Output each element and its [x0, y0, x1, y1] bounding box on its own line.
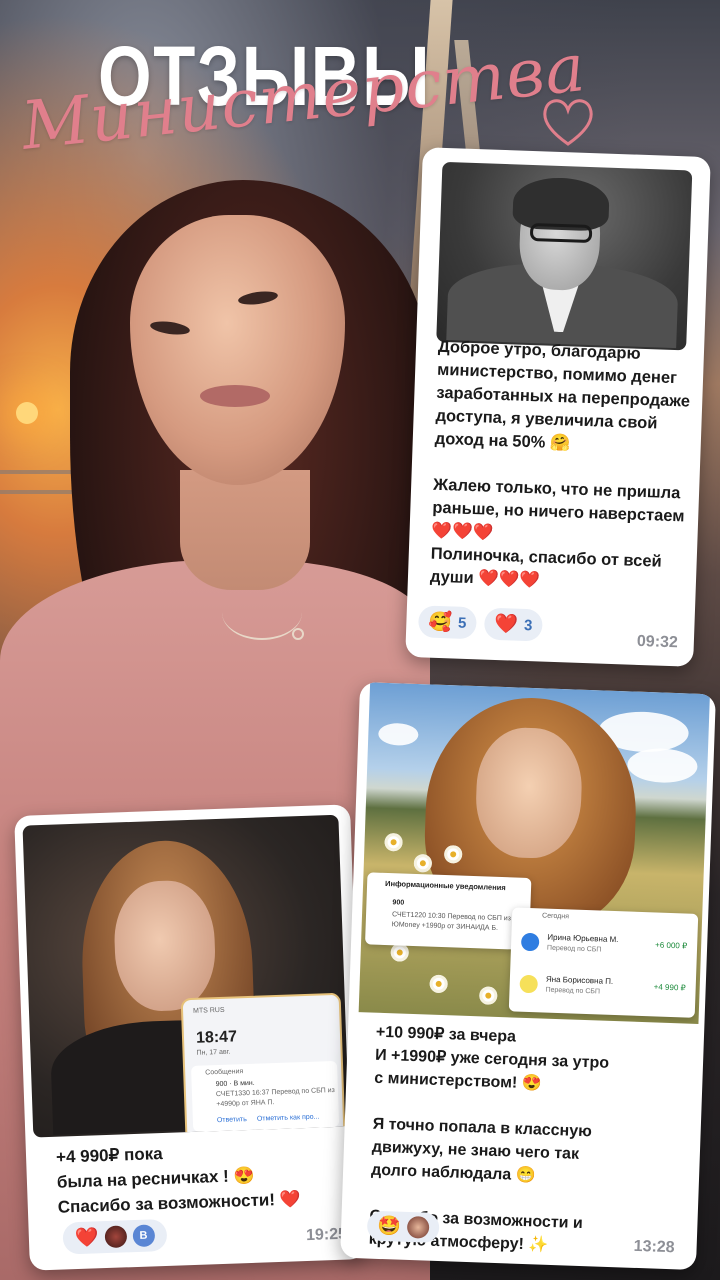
cloud — [377, 722, 419, 747]
bank-icon — [520, 932, 540, 952]
review-card-1: Доброе утро, благодарю министерство, пом… — [405, 147, 711, 667]
notification-line: ЮMoney +1990р от ЗИНАИДА Б. — [391, 921, 499, 932]
transfer-list: Сегодня Ирина Юрьевна М. Перевод по СБП … — [508, 907, 699, 1018]
heart-emoji: ❤️ — [494, 613, 519, 636]
reaction-chip[interactable]: ❤️ В — [62, 1218, 168, 1255]
sms-notification[interactable]: Сообщения 900 · В мин. СЧЕТ1330 16:37 Пе… — [190, 1060, 340, 1132]
carrier-label: MTS RUS — [192, 1006, 225, 1015]
reaction-chip[interactable]: 🤩 — [366, 1210, 440, 1244]
review-photo: Информационные уведомления 900 СЧЕТ1220 … — [358, 682, 710, 1024]
daisy — [478, 986, 498, 1005]
transfer-desc: Перевод по СБП — [546, 944, 602, 954]
reaction-chip[interactable]: ❤️ 3 — [483, 607, 543, 642]
daisy — [384, 832, 403, 852]
notification-line: СЧЕТ1220 10:30 Перевод по СБП из — [391, 911, 512, 923]
heart-outline-icon — [543, 99, 593, 146]
reply-button[interactable]: Ответить — [217, 1116, 247, 1124]
user-avatar — [406, 1215, 430, 1239]
bank-icon — [519, 974, 539, 994]
transfer-name: Яна Борисовна П. — [545, 974, 614, 986]
necklace — [222, 585, 302, 640]
cloud — [626, 747, 698, 784]
phone-screenshot: MTS RUS 18:47 Пн, 17 авг. Сообщения 900 … — [180, 992, 346, 1138]
notification-title: Информационные уведомления — [384, 878, 506, 893]
notification-sender: 900 — [392, 899, 405, 907]
reactions: 🤩 — [366, 1210, 440, 1244]
transfer-amount: +6 000 ₽ — [654, 940, 688, 951]
heart-emoji: ❤️ — [74, 1226, 99, 1249]
transfer-desc: Перевод по СБП — [545, 986, 601, 996]
sun — [16, 402, 38, 424]
reaction-chip[interactable]: 🥰 5 — [417, 605, 477, 640]
main-portrait-lips — [200, 385, 270, 407]
transfer-name: Ирина Юрьевна М. — [547, 932, 619, 945]
star-eyes-emoji: 🤩 — [376, 1215, 402, 1238]
pendant — [292, 628, 304, 640]
daisy — [390, 943, 410, 962]
mark-read-button[interactable]: Отметить как про... — [257, 1114, 320, 1123]
review-photo — [436, 161, 693, 351]
user-avatar: В — [132, 1224, 155, 1248]
lockscreen-clock: 18:47 — [195, 1028, 238, 1047]
review-text: +4 990₽ пока была на ресничках ! 😍 Спаси… — [55, 1144, 302, 1217]
reaction-count: 3 — [523, 616, 533, 634]
notification-line: +4990р от ЯНА П. — [216, 1099, 275, 1109]
main-portrait-neck — [180, 470, 310, 590]
review-card-2: MTS RUS 18:47 Пн, 17 авг. Сообщения 900 … — [14, 804, 366, 1271]
portrait-face — [112, 879, 218, 1013]
review-card-3: Информационные уведомления 900 СЧЕТ1220 … — [340, 681, 716, 1271]
user-avatar — [104, 1225, 127, 1249]
smiling-hearts-emoji: 🥰 — [428, 611, 453, 633]
notification-line: СЧЕТ1330 16:37 Перевод по СБП из — [215, 1086, 335, 1099]
bank-notification: Информационные уведомления 900 СЧЕТ1220 … — [365, 872, 532, 951]
reactions: 🥰 5 ❤️ 3 — [417, 605, 543, 642]
daisy — [413, 853, 433, 873]
review-photo: MTS RUS 18:47 Пн, 17 авг. Сообщения 900 … — [22, 814, 350, 1138]
reaction-count: 5 — [457, 614, 467, 632]
notification-app: Сообщения — [205, 1068, 244, 1077]
list-header: Сегодня — [541, 912, 570, 921]
portrait-face — [474, 726, 584, 860]
transfer-amount: +4 990 ₽ — [653, 982, 686, 993]
message-time: 09:32 — [636, 632, 679, 652]
glasses — [529, 222, 593, 244]
transfer-row[interactable]: Яна Борисовна П. Перевод по СБП +4 990 ₽ — [509, 965, 696, 1009]
lockscreen-date: Пн, 17 авг. — [196, 1048, 231, 1057]
notification-sender: 900 · В мин. — [215, 1079, 255, 1089]
review-text: Доброе утро, благодарю министерство, пом… — [429, 337, 691, 590]
reactions: ❤️ В — [62, 1218, 168, 1255]
daisy — [429, 974, 448, 994]
message-time: 13:28 — [633, 1237, 675, 1257]
transfer-row[interactable]: Ирина Юрьевна М. Перевод по СБП +6 000 ₽ — [510, 923, 697, 967]
bridge-railing — [0, 490, 80, 494]
